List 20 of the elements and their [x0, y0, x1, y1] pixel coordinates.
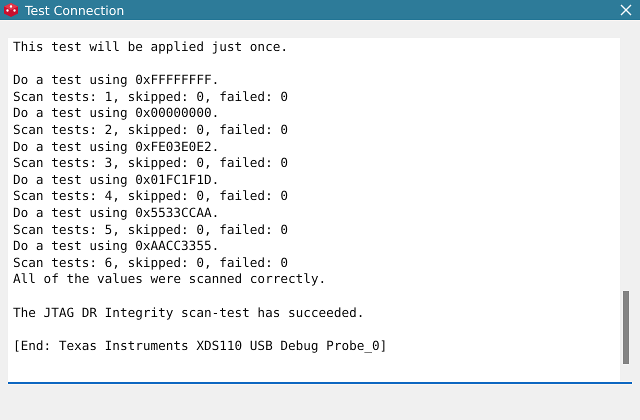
console-line: Do a test using 0x01FC1F1D. [13, 172, 220, 188]
console-line: Scan tests: 5, skipped: 0, failed: 0 [13, 222, 288, 238]
scrollbar-thumb[interactable] [623, 291, 629, 364]
close-icon [620, 4, 632, 16]
console-line: Scan tests: 3, skipped: 0, failed: 0 [13, 155, 288, 172]
console-line: Scan tests: 1, skipped: 0, failed: 0 [13, 88, 288, 106]
console-line: [End: Texas Instruments XDS110 USB Debug Probe_0] [13, 338, 388, 354]
console-line: Scan tests: 4, skipped: 0, failed: 0 [13, 188, 288, 205]
console-line: Scan tests: 6, skipped: 0, failed: 0 [13, 254, 288, 272]
window-title: Test Connection [25, 2, 124, 18]
console-line: Do a test using 0xAACC3355. [13, 238, 220, 255]
console-line: The JTAG DR Integrity scan-test has succeeded. [13, 304, 364, 322]
console-line: Scan tests: 2, skipped: 0, failed: 0 [13, 122, 288, 139]
console-line: All of the values were scanned correctly. [13, 271, 326, 288]
cube-icon [3, 2, 19, 18]
console-line: Do a test using 0x00000000. [13, 105, 220, 122]
console-line: Do a test using 0xFE03E0E2. [13, 138, 220, 156]
console-line: Do a test using 0xFFFFFFFF. [13, 72, 220, 89]
console-line: This test will be applied just once. [13, 39, 288, 56]
console-line: Do a test using 0x5533CCAA. [13, 204, 220, 222]
